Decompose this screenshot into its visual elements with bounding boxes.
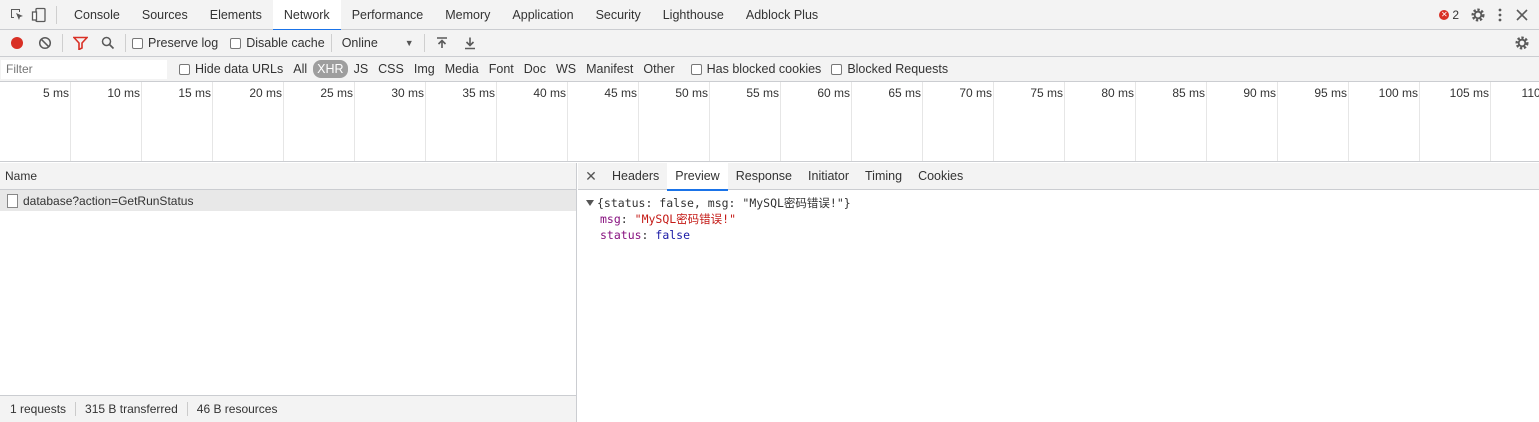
checkbox-box[interactable]	[132, 37, 143, 49]
json-preview: {status: false, msg: "MySQL密码错误!"} msg: …	[578, 190, 1539, 243]
filter-icon[interactable]	[69, 32, 91, 54]
json-boolean-value: false	[655, 228, 691, 242]
request-list-pane: Name database?action=GetRunStatus 1 requ…	[0, 163, 577, 422]
throttling-value: Online	[341, 36, 378, 50]
detail-tab-bar: ✕ Headers Preview Response Initiator Tim…	[578, 162, 1539, 191]
type-filter-manifest[interactable]: Manifest	[582, 60, 637, 78]
resource-type-filters: All XHR JS CSS Img Media Font Doc WS Man…	[289, 60, 680, 78]
divider	[423, 34, 425, 52]
json-property-msg: msg: "MySQL密码错误!"	[600, 212, 737, 226]
disable-cache-checkbox[interactable]: Disable cache	[230, 36, 325, 50]
type-filter-js[interactable]: JS	[350, 60, 373, 78]
json-string-value: "MySQL密码错误!"	[634, 212, 737, 226]
tab-preview[interactable]: Preview	[667, 162, 729, 191]
divider	[125, 34, 126, 52]
settings-gear-icon[interactable]	[1467, 4, 1489, 26]
hide-data-urls-label: Hide data URLs	[195, 62, 284, 76]
import-har-icon[interactable]	[431, 32, 453, 54]
export-har-icon[interactable]	[459, 32, 481, 54]
json-property-status: status: false	[600, 228, 691, 242]
close-devtools-icon[interactable]	[1511, 4, 1533, 26]
inspect-element-icon[interactable]	[6, 4, 28, 26]
type-filter-font[interactable]: Font	[485, 60, 518, 78]
error-icon: ✕	[1439, 10, 1450, 20]
tab-performance[interactable]: Performance	[341, 0, 435, 30]
more-options-icon[interactable]	[1489, 4, 1511, 26]
tab-adblock-plus[interactable]: Adblock Plus	[735, 0, 829, 30]
type-filter-other[interactable]: Other	[639, 60, 678, 78]
expand-triangle-icon[interactable]	[586, 200, 594, 206]
tab-elements[interactable]: Elements	[199, 0, 273, 30]
record-icon[interactable]	[6, 32, 28, 54]
document-file-icon	[7, 193, 18, 208]
name-column-header[interactable]: Name	[0, 163, 576, 190]
json-key: msg	[600, 212, 621, 226]
close-detail-icon[interactable]: ✕	[578, 168, 604, 185]
divider	[186, 402, 188, 416]
checkbox-box[interactable]	[831, 63, 843, 75]
network-status-bar: 1 requests 315 B transferred 46 B resour…	[0, 395, 576, 422]
tab-console[interactable]: Console	[63, 0, 131, 30]
divider	[330, 34, 332, 52]
dropdown-arrow-icon: ▼	[404, 38, 414, 48]
network-settings-gear-icon[interactable]	[1511, 32, 1533, 54]
type-filter-img[interactable]: Img	[410, 60, 439, 78]
network-overview-timeline[interactable]: 5 ms 10 ms 15 ms 20 ms 25 ms 30 ms 35 ms 40 ms 4…	[0, 82, 1539, 162]
checkbox-box[interactable]	[179, 63, 190, 75]
device-toolbar-icon[interactable]	[28, 4, 50, 26]
type-filter-ws[interactable]: WS	[552, 60, 580, 78]
divider	[56, 6, 57, 24]
tab-lighthouse[interactable]: Lighthouse	[652, 0, 735, 30]
json-key: status	[600, 228, 642, 242]
network-toolbar: Preserve log Disable cache Online ▼	[0, 30, 1539, 57]
filter-input[interactable]	[1, 59, 167, 79]
error-count-badge[interactable]: ✕ 2	[1439, 8, 1459, 22]
timeline-gridline	[0, 82, 1539, 161]
has-blocked-cookies-label: Has blocked cookies	[706, 62, 822, 76]
blocked-requests-label: Blocked Requests	[847, 62, 949, 76]
json-root[interactable]: {status: false, msg: "MySQL密码错误!"}	[586, 195, 1539, 211]
resources-size: 46 B resources	[196, 402, 278, 416]
type-filter-xhr[interactable]: XHR	[313, 60, 348, 78]
tab-memory[interactable]: Memory	[434, 0, 501, 30]
type-filter-doc[interactable]: Doc	[520, 60, 550, 78]
tab-application[interactable]: Application	[501, 0, 584, 30]
type-filter-media[interactable]: Media	[441, 60, 483, 78]
divider	[62, 34, 63, 52]
transferred-size: 315 B transferred	[85, 402, 178, 416]
hide-data-urls-checkbox[interactable]: Hide data URLs	[179, 62, 283, 76]
checkbox-box[interactable]	[230, 37, 242, 49]
tab-response[interactable]: Response	[728, 163, 800, 190]
blocked-requests-checkbox[interactable]: Blocked Requests	[831, 62, 948, 76]
filter-bar: Hide data URLs All XHR JS CSS Img Media …	[0, 57, 1539, 82]
type-filter-all[interactable]: All	[289, 60, 311, 78]
tab-security[interactable]: Security	[585, 0, 652, 30]
preserve-log-label: Preserve log	[148, 36, 219, 50]
tab-initiator[interactable]: Initiator	[800, 163, 857, 190]
request-row[interactable]: database?action=GetRunStatus	[0, 190, 576, 211]
request-detail-pane: ✕ Headers Preview Response Initiator Tim…	[578, 162, 1539, 422]
tab-network[interactable]: Network	[272, 0, 341, 31]
throttling-select[interactable]: Online ▼	[338, 36, 418, 50]
tab-cookies[interactable]: Cookies	[910, 163, 971, 190]
disable-cache-label: Disable cache	[246, 36, 325, 50]
tab-timing[interactable]: Timing	[857, 163, 910, 190]
divider	[75, 402, 77, 416]
json-summary: {status: false, msg: "MySQL密码错误!"}	[597, 196, 851, 210]
clear-icon[interactable]	[34, 32, 56, 54]
checkbox-box[interactable]	[690, 63, 702, 75]
timeline-tick-label: 110 ms	[1521, 86, 1539, 100]
has-blocked-cookies-checkbox[interactable]: Has blocked cookies	[690, 62, 822, 76]
preserve-log-checkbox[interactable]: Preserve log	[132, 36, 218, 50]
request-name: database?action=GetRunStatus	[23, 193, 194, 208]
search-icon[interactable]	[97, 32, 119, 54]
type-filter-css[interactable]: CSS	[374, 60, 408, 78]
tab-headers[interactable]: Headers	[604, 163, 667, 190]
devtools-tab-bar: Console Sources Elements Network Perform…	[0, 0, 1539, 31]
tab-sources[interactable]: Sources	[131, 0, 199, 30]
request-count: 1 requests	[10, 402, 67, 416]
error-count: 2	[1452, 8, 1459, 22]
